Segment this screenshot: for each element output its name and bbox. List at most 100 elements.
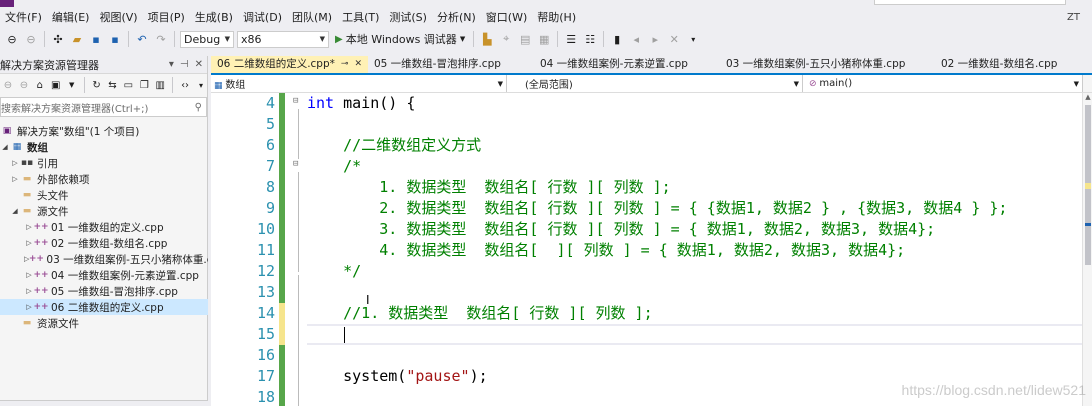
menu-file[interactable]: 文件(F) [0, 8, 47, 28]
toolbar-separator [44, 31, 45, 47]
tree-item-references[interactable]: ▷ ▪▪ 引用 [0, 155, 208, 171]
back-icon[interactable]: ⊖ [2, 77, 14, 93]
pin-icon[interactable]: ⊸ [341, 56, 349, 73]
tree-item-file[interactable]: ▷ ++ 02 一维数组-数组名.cpp [0, 235, 208, 251]
home-icon[interactable]: ⌂ [34, 77, 46, 93]
menu-window[interactable]: 窗口(W) [481, 8, 532, 28]
breakpoint-window-icon[interactable]: ▤ [517, 31, 533, 47]
solution-platform-select[interactable]: x86 ▼ [237, 30, 329, 48]
tree-item-file[interactable]: ▷ ++ 04 一维数组案例-元素逆置.cpp [0, 267, 208, 283]
menu-view[interactable]: 视图(V) [94, 8, 142, 28]
tree-item-file-selected[interactable]: ▷ ++ 06 二维数组的定义.cpp [0, 299, 208, 315]
current-line-highlight [307, 324, 1092, 345]
tab-02-array-name[interactable]: 02 一维数组-数组名.cpp [935, 56, 1063, 73]
pending-changes-icon[interactable]: ↻ [91, 77, 103, 93]
menu-test[interactable]: 测试(S) [384, 8, 432, 28]
tab-04-reverse-elements[interactable]: 04 一维数组案例-元素逆置.cpp [534, 56, 720, 73]
layout-icon[interactable]: ▦ [536, 31, 552, 47]
chevron-down-icon[interactable]: ▼ [66, 77, 78, 93]
line-number: 18 [256, 388, 275, 406]
back-icon[interactable]: ⊖ [4, 31, 20, 47]
solution-icon: ▣ [2, 126, 12, 136]
previous-bookmark-icon[interactable]: ◂ [628, 31, 644, 47]
collapse-all-icon[interactable]: ▭ [122, 77, 134, 93]
member-dropdown[interactable]: ⊘ main() ▼ [803, 75, 1083, 92]
uncomment-icon[interactable]: ☷ [582, 31, 598, 47]
toolbar-overflow-icon[interactable]: ▾ [195, 77, 207, 93]
code-area[interactable]: 4 5 6 7 8 9 10 11 12 13 14 15 16 17 18 ⊟… [211, 93, 1092, 406]
solution-explorer-search-input[interactable]: 搜索解决方案资源管理器(Ctrl+;) ⚲ [0, 97, 207, 117]
tree-item-solution[interactable]: ▣ 解决方案"数组"(1 个项目) [0, 123, 208, 139]
close-icon[interactable]: ✕ [195, 59, 203, 70]
collapsed-arrow-icon[interactable]: ▷ [10, 159, 20, 167]
user-initials[interactable]: ZT [1067, 8, 1080, 28]
menu-edit[interactable]: 编辑(E) [47, 8, 95, 28]
comment-icon[interactable]: ☰ [563, 31, 579, 47]
menu-analyze[interactable]: 分析(N) [432, 8, 481, 28]
close-icon[interactable]: ✕ [354, 56, 362, 73]
sync-icon[interactable]: ⇆ [106, 77, 118, 93]
vertical-scrollbar[interactable]: ▲ [1082, 93, 1092, 406]
tree-item-project[interactable]: ◢ ▦ 数组 [0, 139, 208, 155]
expanded-arrow-icon[interactable]: ◢ [10, 207, 20, 215]
forward-icon[interactable]: ⊖ [18, 77, 30, 93]
view-code-icon[interactable]: ‹› [179, 77, 191, 93]
open-file-icon[interactable]: ▰ [69, 31, 85, 47]
save-all-icon[interactable]: ▪ [107, 31, 123, 47]
tree-item-file[interactable]: ▷ ++ 05 一维数组-冒泡排序.cpp [0, 283, 208, 299]
menu-build[interactable]: 生成(B) [190, 8, 238, 28]
solution-explorer-bottom-tab[interactable] [0, 400, 208, 406]
start-debugging-button[interactable]: ▶ 本地 Windows 调试器 ▼ [332, 31, 468, 47]
line-number: 16 [256, 346, 275, 364]
project-dropdown[interactable]: ▦ 数组 ▼ [211, 75, 507, 92]
next-bookmark-icon[interactable]: ▸ [647, 31, 663, 47]
code-lines[interactable]: int main() { //二维数组定义方式 /* 1. 数据类型 数组名[ … [307, 93, 1092, 406]
pin-icon[interactable]: ⊣ [180, 59, 189, 70]
collapse-region-icon[interactable]: ⊟ [293, 159, 298, 169]
menu-help[interactable]: 帮助(H) [532, 8, 581, 28]
properties-icon[interactable]: ▥ [154, 77, 166, 93]
quick-launch-input[interactable] [874, 0, 1066, 5]
bookmark-icon[interactable]: ▮ [609, 31, 625, 47]
code-line-7: /* [307, 157, 362, 175]
tree-item-file[interactable]: ▷ ++ 01 一维数组的定义.cpp [0, 219, 208, 235]
scroll-up-icon[interactable]: ▲ [1083, 93, 1092, 103]
tree-item-label: 数组 [27, 141, 48, 154]
redo-icon[interactable]: ↷ [153, 31, 169, 47]
scope-dropdown[interactable]: (全局范围) ▼ [507, 75, 803, 92]
toolbar-overflow-icon[interactable]: ▾ [685, 31, 701, 47]
clear-bookmarks-icon[interactable]: ✕ [666, 31, 682, 47]
tab-06-2d-array-definition[interactable]: 06 二维数组的定义.cpp* ⊸ ✕ [211, 56, 368, 73]
menu-tools[interactable]: 工具(T) [337, 8, 384, 28]
indicator-margin[interactable] [211, 93, 229, 406]
tree-item-label: 头文件 [37, 189, 69, 202]
solution-configuration-select[interactable]: Debug ▼ [180, 30, 234, 48]
tree-item-file[interactable]: ▷ ++ 03 一维数组案例-五只小猪称体重.cpp [0, 251, 208, 267]
find-in-files-icon[interactable]: ▙ [479, 31, 495, 47]
menu-project[interactable]: 项目(P) [143, 8, 190, 28]
show-all-files-icon[interactable]: ❐ [138, 77, 150, 93]
tab-05-bubble-sort[interactable]: 05 一维数组-冒泡排序.cpp [368, 56, 534, 73]
project-icon: ▦ [12, 142, 22, 152]
tab-label: 06 二维数组的定义.cpp* [217, 58, 335, 70]
collapse-region-icon[interactable]: ⊟ [293, 96, 298, 106]
tree-item-label: 04 一维数组案例-元素逆置.cpp [51, 269, 199, 282]
save-icon[interactable]: ▪ [88, 31, 104, 47]
window-position-icon[interactable]: ▾ [169, 59, 174, 70]
step-icon[interactable]: ⌖ [498, 31, 514, 47]
undo-icon[interactable]: ↶ [134, 31, 150, 47]
menu-debug[interactable]: 调试(D) [238, 8, 287, 28]
new-project-icon[interactable]: ✣ [50, 31, 66, 47]
tree-item-external-deps[interactable]: ▷ ▬ 外部依赖项 [0, 171, 208, 187]
visual-studio-logo-icon [0, 0, 14, 7]
document-tabs: 06 二维数组的定义.cpp* ⊸ ✕ 05 一维数组-冒泡排序.cpp 04 … [211, 56, 1092, 75]
switch-views-icon[interactable]: ▣ [50, 77, 62, 93]
tab-03-five-pigs[interactable]: 03 一维数组案例-五只小猪称体重.cpp [720, 56, 935, 73]
tree-item-header-files[interactable]: ▬ 头文件 [0, 187, 208, 203]
collapsed-arrow-icon[interactable]: ▷ [10, 175, 20, 183]
tree-item-resource-files[interactable]: ▬ 资源文件 [0, 315, 208, 331]
tree-item-source-files[interactable]: ◢ ▬ 源文件 [0, 203, 208, 219]
forward-icon[interactable]: ⊖ [23, 31, 39, 47]
menu-team[interactable]: 团队(M) [287, 8, 337, 28]
expanded-arrow-icon[interactable]: ◢ [0, 143, 10, 151]
